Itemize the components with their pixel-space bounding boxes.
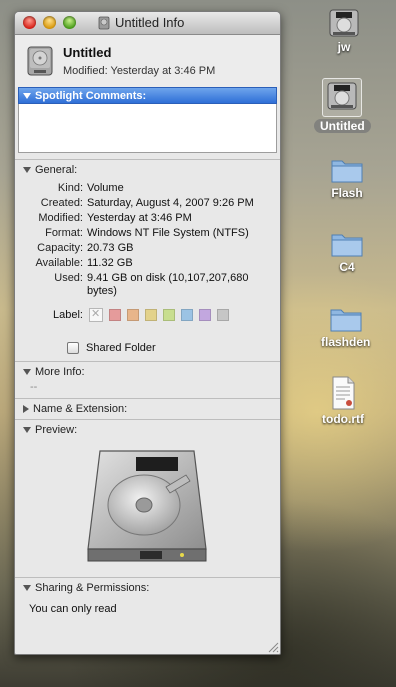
desktop-icon-label: Untitled	[314, 119, 371, 133]
available-key: Available:	[35, 257, 84, 269]
desktop-icon-flashden[interactable]: flashden	[321, 305, 370, 349]
item-modified: Modified: Yesterday at 3:46 PM	[63, 65, 216, 77]
folder-icon	[331, 160, 363, 183]
close-button[interactable]	[23, 16, 36, 29]
sharing-header[interactable]: Sharing & Permissions:	[15, 580, 280, 595]
shared-folder-label: Shared Folder	[86, 342, 156, 354]
created-key: Created:	[40, 197, 83, 209]
more-info-label: More Info:	[35, 365, 85, 378]
capacity-row: Capacity: 20.73 GB	[15, 242, 280, 255]
general-label: General:	[35, 163, 78, 176]
disclosure-triangle-icon	[23, 368, 31, 375]
desktop-icon-c4[interactable]: C4	[330, 230, 364, 274]
drive-icon	[329, 9, 359, 37]
spotlight-comments-label: Spotlight Comments:	[35, 89, 147, 102]
desktop-icon-label: Flash	[331, 186, 363, 200]
shared-folder-checkbox[interactable]	[67, 342, 79, 354]
sharing-section: Sharing & Permissions: You can only read	[15, 577, 280, 615]
disclosure-triangle-icon	[23, 166, 31, 173]
more-info-section: More Info: --	[15, 361, 280, 398]
created-row: Created: Saturday, August 4, 2007 9:26 PM	[15, 197, 280, 210]
folder-icon	[331, 234, 363, 257]
modified-key: Modified:	[38, 212, 83, 224]
title-bar[interactable]: Untitled Info	[15, 12, 280, 35]
disclosure-triangle-icon	[23, 92, 31, 99]
sharing-label: Sharing & Permissions:	[35, 581, 150, 594]
window-title: Untitled Info	[115, 15, 185, 30]
preview-area	[15, 437, 280, 577]
modified-value: Yesterday at 3:46 PM	[87, 212, 192, 224]
desktop-icon-label: flashden	[321, 335, 371, 349]
hard-drive-preview-icon	[87, 450, 207, 562]
preview-header[interactable]: Preview:	[15, 422, 280, 437]
minimize-button[interactable]	[43, 16, 56, 29]
hard-drive-icon	[27, 46, 53, 76]
capacity-value: 20.73 GB	[87, 242, 134, 254]
name-extension-section: Name & Extension:	[15, 398, 280, 416]
desktop-icon-label: jw	[337, 40, 351, 54]
resize-grip-icon[interactable]	[267, 641, 279, 653]
info-window: Untitled Info Untitled Modified: Yesterd…	[14, 11, 281, 655]
general-section: General: Kind: Volume Created: Saturday, A…	[15, 159, 280, 361]
more-info-header[interactable]: More Info:	[15, 364, 280, 379]
kind-value: Volume	[87, 182, 124, 194]
label-swatch-blue[interactable]	[181, 309, 193, 321]
drive-icon	[98, 16, 110, 29]
label-swatch-purple[interactable]	[199, 309, 211, 321]
desktop-icon-flash[interactable]: Flash	[330, 156, 364, 200]
desktop-icon-label: C4	[339, 260, 355, 274]
item-name: Untitled	[63, 45, 112, 60]
created-value: Saturday, August 4, 2007 9:26 PM	[87, 197, 254, 209]
more-info-value: --	[30, 381, 38, 393]
desktop-icon-jw[interactable]: jw	[327, 8, 361, 54]
format-key: Format:	[45, 227, 83, 239]
preview-section: Preview:	[15, 419, 280, 577]
info-header: Untitled Modified: Yesterday at 3:46 PM	[15, 35, 280, 87]
kind-row: Kind: Volume	[15, 182, 280, 195]
zoom-button[interactable]	[63, 16, 76, 29]
spotlight-comments-header[interactable]: Spotlight Comments:	[18, 87, 277, 104]
permissions-text: You can only read	[29, 603, 117, 615]
label-swatch-gray[interactable]	[217, 309, 229, 321]
used-row: Used: 9.41 GB on disk (10,107,207,680 byt…	[15, 272, 280, 298]
label-key: Label:	[53, 309, 83, 321]
rtf-document-icon	[332, 376, 355, 410]
spotlight-comments-field[interactable]	[18, 104, 277, 153]
label-swatch-green[interactable]	[163, 309, 175, 321]
modified-row: Modified: Yesterday at 3:46 PM	[15, 212, 280, 225]
used-key: Used:	[54, 272, 83, 284]
format-value: Windows NT File System (NTFS)	[87, 227, 249, 239]
available-value: 11.32 GB	[87, 257, 133, 269]
drive-icon	[327, 82, 357, 110]
format-row: Format: Windows NT File System (NTFS)	[15, 227, 280, 240]
label-swatch-orange[interactable]	[127, 309, 139, 321]
shared-folder-row[interactable]: Shared Folder	[67, 342, 280, 354]
available-row: Available: 11.32 GB	[15, 257, 280, 270]
used-value: 9.41 GB on disk (10,107,207,680 bytes)	[87, 272, 249, 297]
name-extension-header[interactable]: Name & Extension:	[15, 401, 280, 416]
label-picker: Label:	[15, 307, 280, 322]
selection-highlight	[322, 78, 363, 117]
label-swatch-red[interactable]	[109, 309, 121, 321]
disclosure-triangle-icon	[23, 426, 31, 433]
desktop-icon-todo-rtf[interactable]: todo.rtf	[322, 376, 364, 426]
folder-icon	[330, 309, 362, 332]
preview-label: Preview:	[35, 423, 78, 436]
disclosure-triangle-icon	[23, 404, 29, 413]
desktop-icon-untitled[interactable]: Untitled	[314, 78, 371, 133]
desktop-icon-label: todo.rtf	[322, 412, 364, 426]
label-swatch-yellow[interactable]	[145, 309, 157, 321]
kind-key: Kind:	[57, 182, 83, 194]
name-extension-label: Name & Extension:	[33, 402, 128, 415]
no-label-swatch[interactable]	[89, 307, 103, 322]
capacity-key: Capacity:	[37, 242, 83, 254]
general-header[interactable]: General:	[15, 162, 280, 177]
disclosure-triangle-icon	[23, 584, 31, 591]
